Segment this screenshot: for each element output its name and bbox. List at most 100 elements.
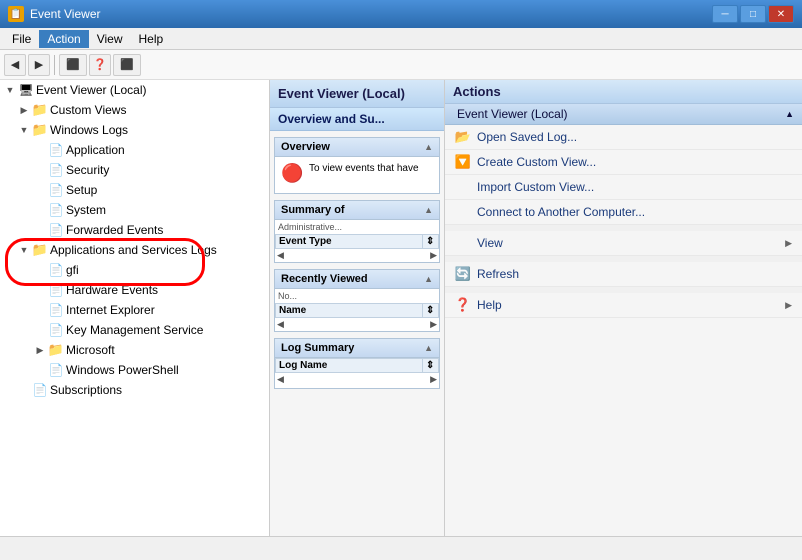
log-summary-scroll-col: ⇕ <box>423 359 439 373</box>
create-custom-view-icon: 🔽 <box>455 154 471 170</box>
overview-text: To view events that have <box>309 163 419 174</box>
help-button[interactable]: ❓ <box>89 54 111 76</box>
extra-button[interactable]: ⬛ <box>113 54 141 76</box>
action-label-import-custom-view: Import Custom View... <box>477 180 594 194</box>
summary-table: Event Type ⇕ <box>275 234 439 249</box>
section-body-summary: Administrative... Event Type ⇕ ◀ ▶ <box>275 220 439 262</box>
summary-col-event-type: Event Type <box>276 235 423 249</box>
tree-item-internet-explorer[interactable]: 📄 Internet Explorer <box>0 300 269 320</box>
toggle-setup <box>32 182 48 198</box>
section-body-recently-viewed: No... Name ⇕ ◀ ▶ <box>275 289 439 331</box>
connect-to-computer-icon <box>455 204 471 220</box>
toggle-hardware <box>32 282 48 298</box>
tree-label-kms: Key Management Service <box>66 323 203 337</box>
tree-label-powershell: Windows PowerShell <box>66 363 179 377</box>
log-icon-system: 📄 <box>48 202 64 218</box>
tree-item-subscriptions[interactable]: 📄 Subscriptions <box>0 380 269 400</box>
panel-section-summary: Summary of ▲ Administrative... Event Typ… <box>274 200 440 263</box>
collapse-log-summary-icon[interactable]: ▲ <box>424 343 433 353</box>
back-button[interactable]: ◀ <box>4 54 26 76</box>
action-create-custom-view[interactable]: 🔽 Create Custom View... <box>445 150 802 175</box>
action-view[interactable]: View ▶ <box>445 231 802 256</box>
action-import-custom-view[interactable]: Import Custom View... <box>445 175 802 200</box>
section-header-log-summary[interactable]: Log Summary ▲ <box>275 339 439 358</box>
tree-item-application[interactable]: 📄 Application <box>0 140 269 160</box>
recently-viewed-nav-left[interactable]: ◀ <box>277 319 284 330</box>
log-icon-security: 📄 <box>48 162 64 178</box>
middle-subheader: Overview and Su... <box>270 108 444 131</box>
tree-item-hardware-events[interactable]: 📄 Hardware Events <box>0 280 269 300</box>
log-summary-nav: ◀ ▶ <box>275 373 439 386</box>
menu-help[interactable]: Help <box>131 30 172 48</box>
right-panel-actions: Actions Event Viewer (Local) ▲ 📂 Open Sa… <box>445 80 802 536</box>
section-title-summary: Summary of <box>281 204 345 216</box>
folder-icon-microsoft: 📁 <box>48 342 64 358</box>
middle-panel: Event Viewer (Local) Overview and Su... … <box>270 80 445 536</box>
section-header-overview[interactable]: Overview ▲ <box>275 138 439 157</box>
toggle-application <box>32 142 48 158</box>
open-saved-log-icon: 📂 <box>455 129 471 145</box>
toggle-app-services[interactable]: ▼ <box>16 242 32 258</box>
tree-item-gfi[interactable]: 📄 gfi <box>0 260 269 280</box>
tree-item-security[interactable]: 📄 Security <box>0 160 269 180</box>
toggle-event-viewer[interactable]: ▼ <box>2 82 18 98</box>
tree-item-forwarded-events[interactable]: 📄 Forwarded Events <box>0 220 269 240</box>
help-icon: ❓ <box>455 297 471 313</box>
summary-nav-left[interactable]: ◀ <box>277 250 284 261</box>
overview-subheader-label: Overview and Su... <box>278 112 385 126</box>
middle-panel-header: Event Viewer (Local) <box>270 80 444 108</box>
tree-item-event-viewer-local[interactable]: ▼ 🖥 Event Viewer (Local) <box>0 80 269 100</box>
section-header-summary[interactable]: Summary of ▲ <box>275 201 439 220</box>
toggle-custom-views[interactable]: ▶ <box>16 102 32 118</box>
window-title: Event Viewer <box>30 7 100 21</box>
toggle-kms <box>32 322 48 338</box>
summary-nav-right[interactable]: ▶ <box>430 250 437 261</box>
toggle-security <box>32 162 48 178</box>
panel-section-overview: Overview ▲ 🔴 To view events that have <box>274 137 440 194</box>
close-button[interactable]: ✕ <box>768 5 794 23</box>
menu-action[interactable]: Action <box>39 30 88 48</box>
tree-item-key-management[interactable]: 📄 Key Management Service <box>0 320 269 340</box>
section-header-recently-viewed[interactable]: Recently Viewed ▲ <box>275 270 439 289</box>
tree-item-windows-powershell[interactable]: 📄 Windows PowerShell <box>0 360 269 380</box>
toggle-powershell <box>32 362 48 378</box>
recently-viewed-col-name: Name <box>276 304 423 318</box>
actions-subheader-arrow: ▲ <box>785 109 794 119</box>
status-bar <box>0 536 802 560</box>
forward-button[interactable]: ▶ <box>28 54 50 76</box>
app-icon: 📋 <box>8 6 24 22</box>
menu-view[interactable]: View <box>89 30 131 48</box>
recently-viewed-scroll-col: ⇕ <box>423 304 439 318</box>
menu-file[interactable]: File <box>4 30 39 48</box>
collapse-summary-icon[interactable]: ▲ <box>424 205 433 215</box>
tree-item-windows-logs[interactable]: ▼ 📁 Windows Logs <box>0 120 269 140</box>
collapse-overview-icon[interactable]: ▲ <box>424 142 433 152</box>
collapse-recently-viewed-icon[interactable]: ▲ <box>424 274 433 284</box>
log-summary-col-name: Log Name <box>276 359 423 373</box>
action-open-saved-log[interactable]: 📂 Open Saved Log... <box>445 125 802 150</box>
tree-item-app-services-logs[interactable]: ▼ 📁 Applications and Services Logs <box>0 240 269 260</box>
actions-panel-header: Actions <box>445 80 802 104</box>
tree-label-forwarded: Forwarded Events <box>66 223 163 237</box>
toggle-forwarded <box>32 222 48 238</box>
tree-item-system[interactable]: 📄 System <box>0 200 269 220</box>
minimize-button[interactable]: ─ <box>712 5 738 23</box>
maximize-button[interactable]: □ <box>740 5 766 23</box>
panel-section-recently-viewed: Recently Viewed ▲ No... Name ⇕ ◀ ▶ <box>274 269 440 332</box>
log-summary-nav-right[interactable]: ▶ <box>430 374 437 385</box>
import-custom-view-icon <box>455 179 471 195</box>
action-help[interactable]: ❓ Help ▶ <box>445 293 802 318</box>
tree-item-microsoft[interactable]: ▶ 📁 Microsoft <box>0 340 269 360</box>
tree-item-setup[interactable]: 📄 Setup <box>0 180 269 200</box>
action-label-view: View <box>477 236 503 250</box>
toggle-microsoft[interactable]: ▶ <box>32 342 48 358</box>
action-connect-to-computer[interactable]: Connect to Another Computer... <box>445 200 802 225</box>
recently-viewed-nav-right[interactable]: ▶ <box>430 319 437 330</box>
toggle-windows-logs[interactable]: ▼ <box>16 122 32 138</box>
log-summary-nav-left[interactable]: ◀ <box>277 374 284 385</box>
action-refresh[interactable]: 🔄 Refresh <box>445 262 802 287</box>
log-icon-forwarded: 📄 <box>48 222 64 238</box>
show-hide-button[interactable]: ⬛ <box>59 54 87 76</box>
tree-item-custom-views[interactable]: ▶ 📁 Custom Views <box>0 100 269 120</box>
toggle-gfi <box>32 262 48 278</box>
